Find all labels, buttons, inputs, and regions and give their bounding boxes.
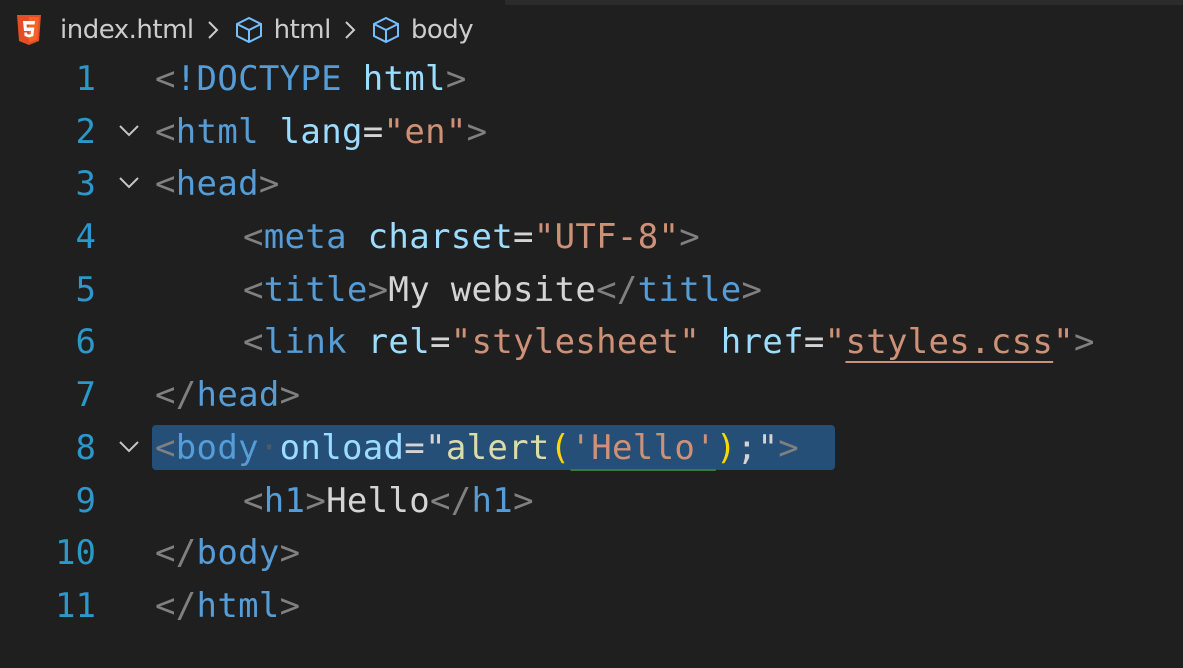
code-line[interactable]: 1 <!DOCTYPE html> [0, 53, 1183, 106]
code-content: </body> [155, 533, 301, 574]
code-line[interactable]: 7 </head> [0, 369, 1183, 422]
code-line[interactable]: 4 <meta charset="UTF-8"> [0, 211, 1183, 264]
line-number: 7 [75, 375, 96, 416]
line-number: 4 [75, 217, 96, 258]
fold-chevron-icon[interactable] [118, 124, 140, 138]
fold-chevron-icon[interactable] [118, 440, 140, 454]
code-line[interactable]: 11 </html> [0, 580, 1183, 633]
code-line[interactable]: 5 <title>My website</title> [0, 264, 1183, 317]
breadcrumb-item-body[interactable]: body [411, 15, 474, 45]
cube-icon [235, 16, 262, 44]
string-literal: 'Hello' [570, 427, 716, 468]
line-number: 1 [75, 59, 96, 99]
code-content: <h1>Hello</h1> [243, 480, 534, 521]
stylesheet-link[interactable]: styles.css [845, 322, 1053, 362]
fold-chevron-icon[interactable] [118, 176, 140, 190]
line-number: 6 [75, 322, 96, 363]
code-content: <!DOCTYPE html> [155, 59, 467, 99]
line-number: 9 [75, 480, 96, 521]
line-number: 11 [55, 585, 96, 626]
code-line[interactable]: 10 </body> [0, 527, 1183, 580]
cube-icon [372, 16, 399, 44]
code-content: </head> [155, 375, 301, 416]
line-number: 10 [55, 533, 96, 574]
line-number: 8 [75, 427, 96, 468]
code-content: <title>My website</title> [243, 269, 763, 310]
code-editor[interactable]: 1 <!DOCTYPE html> 2 <html lang="en"> 3 <… [0, 53, 1183, 633]
code-content: <link rel="stylesheet" href="styles.css"… [243, 322, 1095, 363]
code-content: <head> [155, 164, 280, 205]
code-line[interactable]: 3 <head> [0, 158, 1183, 211]
code-content: <html lang="en"> [155, 111, 488, 152]
chevron-right-icon [345, 21, 356, 39]
code-content: <body·onload="alert('Hello');"> [155, 427, 799, 468]
breadcrumb-item-html[interactable]: html [274, 15, 332, 45]
html5-icon [17, 15, 41, 45]
line-number: 2 [75, 111, 96, 152]
code-line[interactable]: 2 <html lang="en"> [0, 106, 1183, 159]
editor-top-border [505, 0, 1183, 5]
line-number: 3 [75, 164, 96, 205]
breadcrumb-file[interactable]: index.html [60, 15, 194, 45]
code-line[interactable]: 9 <h1>Hello</h1> [0, 475, 1183, 528]
breadcrumb: index.html html body [16, 12, 474, 48]
code-content: <meta charset="UTF-8"> [243, 217, 701, 258]
line-number: 5 [75, 269, 96, 310]
code-line-selected[interactable]: 8 <body·onload="alert('Hello');"> [0, 422, 1183, 475]
code-line[interactable]: 6 <link rel="stylesheet" href="styles.cs… [0, 316, 1183, 369]
code-content: </html> [155, 585, 301, 626]
chevron-right-icon [207, 21, 219, 39]
